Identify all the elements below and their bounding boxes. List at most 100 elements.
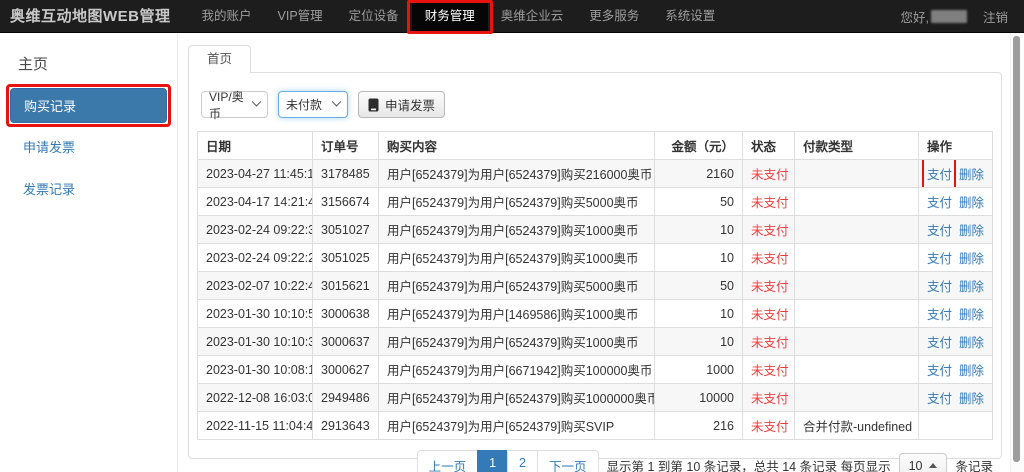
prev-page-button[interactable]: 上一页 bbox=[417, 450, 479, 472]
cell-amount: 50 bbox=[655, 188, 743, 216]
cell-date: 2023-04-27 11:45:11 bbox=[198, 160, 313, 188]
nav-right: 您好, 注销 bbox=[901, 0, 1024, 32]
delete-link[interactable]: 删除 bbox=[959, 308, 984, 322]
cell-order-number: 2913643 bbox=[313, 412, 379, 440]
chevron-down-icon bbox=[252, 97, 262, 107]
table-row: 2022-11-15 11:04:48 2913643 用户[6524379]为… bbox=[198, 412, 993, 440]
user-greeting[interactable]: 您好, bbox=[901, 7, 967, 26]
cell-date: 2023-01-30 10:10:38 bbox=[198, 328, 313, 356]
pay-link[interactable]: 支付 bbox=[927, 364, 952, 378]
cell-status: 未支付 bbox=[743, 160, 795, 188]
table-body: 2023-04-27 11:45:11 3178485 用户[6524379]为… bbox=[198, 160, 993, 440]
cell-actions bbox=[919, 412, 993, 440]
cell-order-number: 3000638 bbox=[313, 300, 379, 328]
cell-amount: 216 bbox=[655, 412, 743, 440]
delete-link[interactable]: 删除 bbox=[959, 168, 984, 182]
nav-item-finance-label: 财务管理 bbox=[425, 9, 475, 23]
cell-date: 2022-12-08 16:03:06 bbox=[198, 384, 313, 412]
cell-actions: 支付删除 bbox=[919, 216, 993, 244]
cell-purchase-content: 用户[6524379]为用户[6524379]购买SVIP bbox=[379, 412, 655, 440]
cell-amount: 2160 bbox=[655, 160, 743, 188]
cell-order-number: 3051025 bbox=[313, 244, 379, 272]
page-size-value: 10 bbox=[909, 459, 923, 472]
pay-link[interactable]: 支付 bbox=[927, 336, 952, 350]
col-header-order: 订单号 bbox=[313, 132, 379, 160]
nav-item-more-services[interactable]: 更多服务 bbox=[576, 0, 652, 32]
cell-pay-type bbox=[795, 328, 919, 356]
delete-link[interactable]: 删除 bbox=[959, 364, 984, 378]
delete-link[interactable]: 删除 bbox=[959, 280, 984, 294]
nav-item-vip[interactable]: VIP管理 bbox=[265, 0, 336, 32]
cell-date: 2023-01-30 10:10:58 bbox=[198, 300, 313, 328]
cell-amount: 10 bbox=[655, 300, 743, 328]
cell-status: 未支付 bbox=[743, 300, 795, 328]
sidebar: 主页 购买记录 申请发票 发票记录 bbox=[0, 33, 178, 472]
nav-item-my-account[interactable]: 我的账户 bbox=[189, 0, 265, 32]
cell-pay-type: 合并付款-undefined bbox=[795, 412, 919, 440]
cell-pay-type bbox=[795, 160, 919, 188]
pay-link[interactable]: 支付 bbox=[927, 392, 952, 406]
sidebar-item-request-invoice[interactable]: 申请发票 bbox=[0, 128, 177, 165]
tab-home[interactable]: 首页 bbox=[188, 45, 251, 73]
app-brand[interactable]: 奥维互动地图WEB管理 bbox=[0, 0, 183, 32]
page-button-2[interactable]: 2 bbox=[507, 450, 538, 472]
cell-actions: 支付删除 bbox=[919, 188, 993, 216]
type-filter-select[interactable]: VIP/奥币 bbox=[201, 91, 268, 118]
page-size-dropdown[interactable]: 10 bbox=[899, 453, 948, 472]
page-button-1[interactable]: 1 bbox=[477, 450, 508, 472]
delete-link[interactable]: 删除 bbox=[959, 252, 984, 266]
nav-item-enterprise-cloud[interactable]: 奥维企业云 bbox=[488, 0, 577, 32]
nav-item-system-settings[interactable]: 系统设置 bbox=[652, 0, 728, 32]
cell-purchase-content: 用户[6524379]为用户[6524379]购买1000奥币 bbox=[379, 216, 655, 244]
delete-link[interactable]: 删除 bbox=[959, 224, 984, 238]
pay-link[interactable]: 支付 bbox=[927, 196, 952, 210]
sidebar-item-invoice-records[interactable]: 发票记录 bbox=[0, 170, 177, 207]
cell-status: 未支付 bbox=[743, 244, 795, 272]
pay-link[interactable]: 支付 bbox=[927, 308, 952, 322]
redacted-username-block bbox=[931, 10, 967, 23]
delete-link[interactable]: 删除 bbox=[959, 392, 984, 406]
cell-purchase-content: 用户[6524379]为用户[6524379]购买1000奥币 bbox=[379, 328, 655, 356]
col-header-pay-type: 付款类型 bbox=[795, 132, 919, 160]
pay-link[interactable]: 支付 bbox=[927, 280, 952, 294]
next-page-button[interactable]: 下一页 bbox=[537, 450, 599, 472]
logout-link[interactable]: 注销 bbox=[983, 7, 1008, 26]
cell-date: 2023-02-24 09:22:26 bbox=[198, 244, 313, 272]
cell-purchase-content: 用户[6524379]为用户[6524379]购买5000奥币 bbox=[379, 272, 655, 300]
cell-order-number: 3178485 bbox=[313, 160, 379, 188]
sidebar-item-purchase-records-label: 购买记录 bbox=[24, 99, 76, 114]
chevron-down-icon bbox=[332, 97, 342, 107]
cell-amount: 1000 bbox=[655, 356, 743, 384]
cell-actions: 支付删除 bbox=[919, 300, 993, 328]
pagination-bar: 上一页 1 2 下一页 显示第 1 到第 10 条记录，总共 14 条记录 每页… bbox=[197, 450, 993, 472]
cell-date: 2023-02-07 10:22:42 bbox=[198, 272, 313, 300]
status-filter-select[interactable]: 未付款 bbox=[278, 91, 348, 118]
nav-item-devices[interactable]: 定位设备 bbox=[336, 0, 412, 32]
request-invoice-button[interactable]: 申请发票 bbox=[358, 91, 445, 118]
pay-link[interactable]: 支付 bbox=[927, 168, 952, 182]
table-row: 2023-01-30 10:10:38 3000637 用户[6524379]为… bbox=[198, 328, 993, 356]
cell-pay-type bbox=[795, 216, 919, 244]
cell-actions: 支付删除 bbox=[919, 272, 993, 300]
cell-status: 未支付 bbox=[743, 356, 795, 384]
cell-actions: 支付删除 bbox=[919, 160, 993, 188]
pay-link[interactable]: 支付 bbox=[927, 252, 952, 266]
cell-amount: 10 bbox=[655, 216, 743, 244]
cell-purchase-content: 用户[6524379]为用户[6524379]购买216000奥币 bbox=[379, 160, 655, 188]
pagination-info: 显示第 1 到第 10 条记录，总共 14 条记录 每页显示 bbox=[607, 456, 891, 472]
pay-link[interactable]: 支付 bbox=[927, 224, 952, 238]
table-row: 2023-02-24 09:22:39 3051027 用户[6524379]为… bbox=[198, 216, 993, 244]
cell-date: 2023-04-17 14:21:41 bbox=[198, 188, 313, 216]
scrollbar-thumb[interactable] bbox=[1013, 36, 1020, 462]
delete-link[interactable]: 删除 bbox=[959, 336, 984, 350]
table-row: 2023-04-17 14:21:41 3156674 用户[6524379]为… bbox=[198, 188, 993, 216]
caret-up-icon bbox=[929, 463, 937, 468]
cell-actions: 支付删除 bbox=[919, 384, 993, 412]
nav-item-finance[interactable]: 财务管理 bbox=[412, 0, 488, 32]
cell-order-number: 3051027 bbox=[313, 216, 379, 244]
table-row: 2023-02-24 09:22:26 3051025 用户[6524379]为… bbox=[198, 244, 993, 272]
sidebar-item-purchase-records[interactable]: 购买记录 bbox=[10, 88, 167, 123]
delete-link[interactable]: 删除 bbox=[959, 196, 984, 210]
cell-order-number: 3000627 bbox=[313, 356, 379, 384]
table-row: 2023-02-07 10:22:42 3015621 用户[6524379]为… bbox=[198, 272, 993, 300]
